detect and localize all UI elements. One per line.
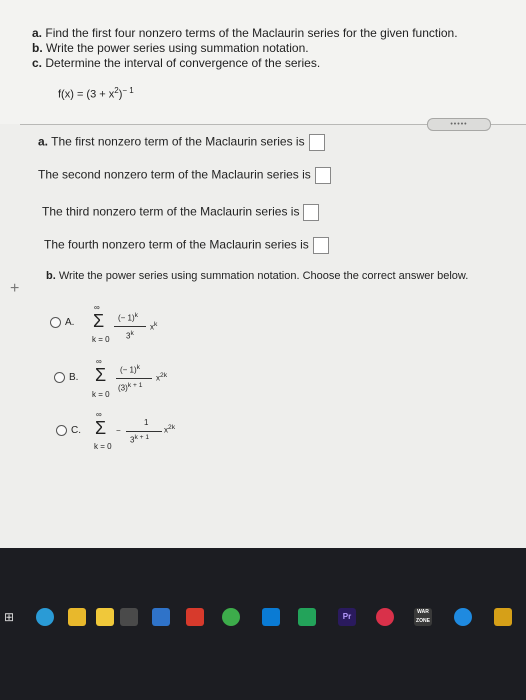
question-fourth-term: The fourth nonzero term of the Maclaurin… <box>44 237 329 254</box>
app-icon[interactable] <box>298 608 316 626</box>
radio-c[interactable] <box>56 425 67 436</box>
notes-icon[interactable] <box>96 608 114 626</box>
chrome-icon[interactable] <box>222 608 240 626</box>
instruction-a: a. Find the first four nonzero terms of … <box>32 26 458 40</box>
browser-icon[interactable] <box>376 608 394 626</box>
edge-icon[interactable] <box>36 608 54 626</box>
sigma-b: Σ <box>95 365 107 385</box>
option-a[interactable]: A. <box>50 317 74 328</box>
app-icon-2[interactable] <box>494 608 512 626</box>
instruction-c: c. Determine the interval of convergence… <box>32 56 321 70</box>
question-first-term: a. The first nonzero term of the Maclaur… <box>38 134 325 151</box>
question-second-term: The second nonzero term of the Maclaurin… <box>38 167 331 184</box>
denominator-a: 3k <box>126 330 134 341</box>
instruction-b: b. Write the power series using summatio… <box>32 41 309 55</box>
radio-b[interactable] <box>54 372 65 383</box>
answer-box-2[interactable] <box>314 167 331 184</box>
plus-icon[interactable]: + <box>10 280 19 298</box>
screen: a. Find the first four nonzero terms of … <box>0 0 526 548</box>
sigma-c: Σ <box>95 418 107 438</box>
part-b-prompt: b. Write the power series using summatio… <box>46 270 469 282</box>
lower-limit-b: k = 0 <box>92 390 110 399</box>
sign-c: − <box>116 426 121 435</box>
denominator-b: (3)k + 1 <box>118 382 143 393</box>
media-icon[interactable] <box>262 608 280 626</box>
numerator-b: (− 1)k <box>120 364 140 375</box>
option-c[interactable]: C. <box>56 425 81 436</box>
denominator-c: 3k + 1 <box>130 434 150 445</box>
warzone-icon[interactable]: WAR ZONE <box>414 608 432 626</box>
answer-box-4[interactable] <box>312 237 329 254</box>
files-icon[interactable] <box>68 608 86 626</box>
sigma-a: Σ <box>93 311 105 331</box>
option-b[interactable]: B. <box>54 372 78 383</box>
answer-box-3[interactable] <box>303 204 320 221</box>
variable-a: xk <box>150 321 158 332</box>
office-icon[interactable] <box>186 608 204 626</box>
lower-limit-a: k = 0 <box>92 335 110 344</box>
question-third-term: The third nonzero term of the Maclaurin … <box>42 204 320 221</box>
numerator-a: (− 1)k <box>118 312 138 323</box>
function-definition: f(x) = (3 + x2)− 1 <box>58 86 134 101</box>
mail-icon[interactable] <box>152 608 170 626</box>
task-view-icon[interactable]: ⊞ <box>4 610 14 624</box>
variable-c: x2k <box>164 424 176 435</box>
calculator-icon[interactable] <box>120 608 138 626</box>
settings-icon[interactable] <box>454 608 472 626</box>
lower-limit-c: k = 0 <box>94 442 112 451</box>
radio-a[interactable] <box>50 317 61 328</box>
numerator-c: 1 <box>144 418 149 427</box>
variable-b: x2k <box>156 372 168 383</box>
more-button[interactable]: ••••• <box>427 118 491 131</box>
premiere-icon[interactable]: Pr <box>338 608 356 626</box>
answer-box-1[interactable] <box>308 134 325 151</box>
